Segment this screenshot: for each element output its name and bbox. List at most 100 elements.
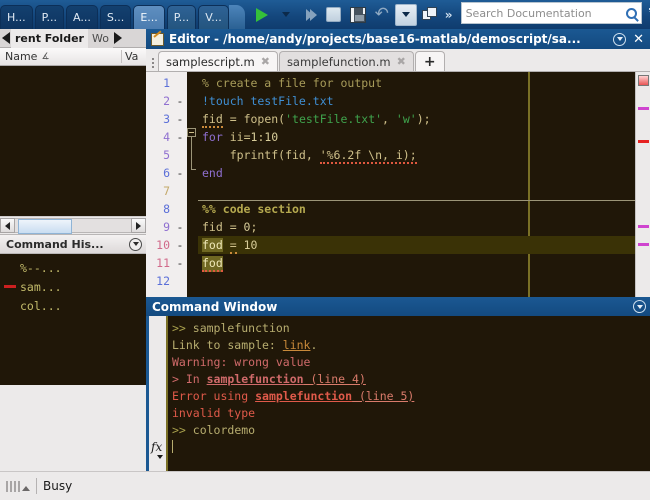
code-line-8[interactable]: %% code section (198, 200, 635, 218)
breakpoint-slot[interactable] (173, 182, 187, 200)
editor-tab-samplescript[interactable]: samplescript.m ✖ (158, 51, 278, 71)
breakpoint-slot[interactable] (173, 200, 187, 218)
file-table-body[interactable] (0, 66, 146, 216)
code-line-4[interactable]: for ii=1:10 (198, 128, 635, 146)
tab-strip-grip[interactable] (150, 55, 155, 71)
breakpoint-slot[interactable]: - (173, 110, 187, 128)
breakpoint-slot[interactable]: - (173, 128, 187, 146)
breakpoint-slot[interactable] (173, 146, 187, 164)
ribbon-tab-shortcuts[interactable]: S... (99, 5, 132, 29)
editor-title-bar: Editor - /home/andy/projects/base16-matl… (146, 29, 650, 49)
ribbon-tab-publish[interactable]: P... (166, 5, 197, 29)
code-line-7[interactable] (198, 182, 635, 200)
stack-line-link[interactable]: (line 4) (304, 372, 365, 386)
file-table-hscrollbar[interactable] (0, 216, 146, 234)
panel-tab-workspace[interactable]: Wo (87, 28, 113, 48)
command-window-output[interactable]: >> samplefunction Link to sample: link. … (166, 316, 650, 471)
code-line-10[interactable]: fod = 10 (198, 236, 635, 254)
line-number: 7 (163, 184, 170, 198)
panel-options-icon[interactable] (633, 300, 646, 313)
stop-button[interactable] (323, 4, 345, 26)
analyzer-marker-warning[interactable] (638, 107, 649, 110)
output-text: Link to sample: (172, 338, 283, 352)
code-line-1[interactable]: % create a file for output (198, 74, 635, 92)
error-line-link[interactable]: (line 5) (352, 389, 414, 403)
history-item-text: sam... (20, 279, 62, 294)
search-icon (625, 7, 637, 19)
save-button[interactable] (347, 4, 369, 26)
code-line-2[interactable]: !touch testFile.txt (198, 92, 635, 110)
column-header-value[interactable]: Va (122, 50, 146, 63)
column-header-name[interactable]: Name ∡ (0, 50, 122, 63)
error-prefix: Error using (172, 389, 256, 403)
run-and-advance-button[interactable] (299, 4, 321, 26)
code-line-12[interactable] (198, 272, 635, 290)
layout-button[interactable] (419, 4, 441, 26)
ribbon-tab-home[interactable]: H... (0, 5, 33, 29)
ribbon-tab-editor[interactable]: E... (133, 5, 165, 29)
analyzer-marker-warning[interactable] (638, 243, 649, 246)
code-line-6[interactable]: end (198, 164, 635, 182)
search-input[interactable] (465, 6, 626, 20)
list-item[interactable]: %--... (0, 258, 146, 277)
hscroll-track[interactable] (15, 218, 131, 234)
arrow-left-icon[interactable] (2, 32, 10, 44)
close-tab-icon[interactable]: ✖ (397, 55, 406, 68)
command-window-body[interactable]: fx >> samplefunction Link to sample: lin… (146, 316, 650, 471)
panel-options-icon[interactable] (613, 32, 627, 46)
undo-history-dropdown[interactable] (394, 3, 417, 26)
editor-breakpoint-column[interactable]: - - - - - - - (173, 72, 187, 297)
error-function-link[interactable]: samplefunction (255, 389, 352, 403)
panel-options-icon[interactable] (129, 237, 142, 251)
editor-code-folding-column[interactable] (187, 72, 198, 297)
command-history-list[interactable]: %--... sam... col... (0, 254, 146, 385)
arrow-right-icon[interactable] (113, 32, 122, 44)
search-documentation-box[interactable] (460, 2, 642, 24)
function-browser-icon[interactable]: fx (151, 440, 162, 454)
list-item[interactable]: col... (0, 296, 146, 315)
panel-tab-current-folder[interactable]: rent Folder (11, 28, 88, 48)
code-analyzer-status-icon[interactable] (638, 75, 649, 86)
code-line-3[interactable]: fid = fopen('testFile.txt', 'w'); (198, 110, 635, 128)
analyzer-marker-error[interactable] (638, 140, 649, 143)
ribbon-tab-plots[interactable]: P... (34, 5, 64, 29)
new-tab-button[interactable]: + (414, 51, 445, 71)
analyzer-marker-warning[interactable] (638, 225, 649, 228)
close-icon[interactable]: ✕ (631, 33, 646, 46)
hscroll-left-button[interactable] (0, 218, 15, 233)
ribbon-tab-apps[interactable]: A... (66, 5, 98, 29)
breakpoint-slot[interactable] (173, 272, 187, 290)
breakpoint-slot[interactable]: - (173, 164, 187, 182)
code-line-11[interactable]: fod (198, 254, 635, 272)
close-tab-icon[interactable]: ✖ (261, 55, 270, 68)
hyperlink[interactable]: link (283, 338, 311, 352)
stack-function-link[interactable]: samplefunction (207, 372, 304, 386)
undo-button[interactable]: ↶ (371, 4, 393, 26)
run-options-dropdown[interactable] (275, 4, 297, 26)
error-text: invalid type (172, 406, 256, 420)
editor-tab-samplefunction[interactable]: samplefunction.m ✖ (278, 51, 414, 71)
chevron-down-icon[interactable] (157, 455, 163, 459)
command-input-line[interactable] (172, 439, 650, 456)
list-item[interactable]: sam... (0, 277, 146, 296)
code-line-5[interactable]: fprintf(fid, '%6.2f \n, i); (198, 146, 635, 164)
hscroll-thumb[interactable] (18, 219, 72, 234)
breakpoint-slot[interactable] (173, 74, 187, 92)
editor-tab-strip: samplescript.m ✖ samplefunction.m ✖ + (146, 49, 650, 71)
hscroll-right-button[interactable] (131, 218, 146, 233)
editor-code-analyzer-bar[interactable] (635, 72, 650, 297)
breakpoint-slot[interactable]: - (173, 218, 187, 236)
breakpoint-slot[interactable]: - (173, 254, 187, 272)
breakpoint-slot[interactable]: - (173, 92, 187, 110)
overflow-button[interactable]: » (443, 8, 455, 22)
floppy-disk-icon (349, 6, 366, 23)
function-browser-column[interactable]: fx (149, 316, 166, 471)
fold-collapse-icon[interactable] (187, 128, 196, 137)
breakpoint-slot[interactable]: - (173, 236, 187, 254)
code-line-9[interactable]: fid = 0; (198, 218, 635, 236)
run-button[interactable] (251, 4, 273, 26)
editor-code-area[interactable]: % create a file for output !touch testFi… (198, 72, 635, 297)
command-window-panel: Command Window fx >> samplefunction Link… (146, 297, 650, 471)
ribbon-tab-view[interactable]: V... (198, 5, 229, 29)
resize-grip-icon[interactable] (6, 480, 30, 492)
